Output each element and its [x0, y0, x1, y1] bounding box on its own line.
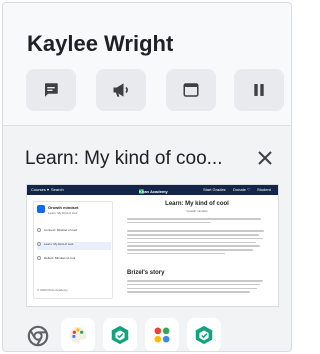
nav-grades: Start Grades: [203, 187, 226, 192]
close-button[interactable]: [253, 146, 277, 170]
sidebar-item: Reflect: Mindset of cool: [37, 256, 111, 264]
unit-header: Growth mindset Learn: My kind of cool: [37, 205, 111, 219]
circle-icon: [37, 256, 41, 260]
chrome-icon[interactable]: [27, 325, 49, 347]
nav-donate: Donate ♡: [233, 187, 251, 192]
circle-icon: [37, 228, 41, 232]
article-paragraphs: [127, 218, 267, 257]
paint-app-icon: [69, 326, 87, 344]
sidebar-footer: © 2023 Khan Academy: [37, 288, 68, 292]
sidebar-item: Connect: Mindset of cool: [37, 228, 111, 236]
window-icon: [183, 83, 199, 97]
unit-subtitle: Learn: My kind of cool: [48, 211, 78, 215]
announce-button[interactable]: [96, 69, 146, 111]
nav-student: Student: [257, 187, 271, 192]
circle-icon: [37, 242, 41, 246]
dots-app-button[interactable]: [145, 318, 179, 351]
message-icon: [45, 83, 58, 97]
pause-icon: [254, 84, 264, 96]
control-row: [26, 69, 286, 113]
classroom-box-icon: [195, 325, 213, 345]
pause-button[interactable]: [234, 69, 284, 111]
unit-title: Growth mindset: [48, 205, 79, 210]
message-button[interactable]: [26, 69, 76, 111]
course-sidebar: Growth mindset Learn: My kind of cool Co…: [33, 201, 113, 299]
classroom-app-button-2[interactable]: [187, 318, 221, 351]
divider: [3, 125, 291, 126]
nav-search: Search: [51, 187, 64, 192]
article-subtitle: Growth mindset: [186, 209, 208, 213]
article-section-heading: Brizel's story: [127, 270, 165, 276]
sidebar-item-active: Learn: My kind of cool: [37, 242, 111, 250]
classroom-app-button[interactable]: [103, 318, 137, 351]
user-section: Kaylee Wright: [3, 3, 291, 125]
article: Learn: My kind of cool Growth mindset Br…: [127, 201, 267, 306]
window-thumbnail[interactable]: Courses ▾ Search Khan Academy Start Grad…: [26, 184, 279, 307]
user-panel: Kaylee Wright Learn: My kind of coo... C…: [2, 2, 292, 352]
window-title: Learn: My kind of coo...: [25, 148, 223, 169]
article-title: Learn: My kind of cool: [165, 201, 229, 207]
unit-icon: [37, 205, 45, 213]
site-header: Courses ▾ Search Khan Academy Start Grad…: [27, 185, 278, 195]
close-icon: [258, 151, 272, 165]
window-button[interactable]: [166, 69, 216, 111]
classroom-box-icon: [111, 325, 129, 345]
user-name: Kaylee Wright: [27, 31, 174, 56]
app-shelf: [3, 315, 291, 351]
nav-courses: Courses ▾: [31, 187, 50, 192]
dots-app-icon: [154, 327, 170, 343]
article-paragraph-2: [127, 280, 267, 295]
megaphone-icon: [113, 83, 128, 97]
paint-app-button[interactable]: [61, 318, 95, 351]
